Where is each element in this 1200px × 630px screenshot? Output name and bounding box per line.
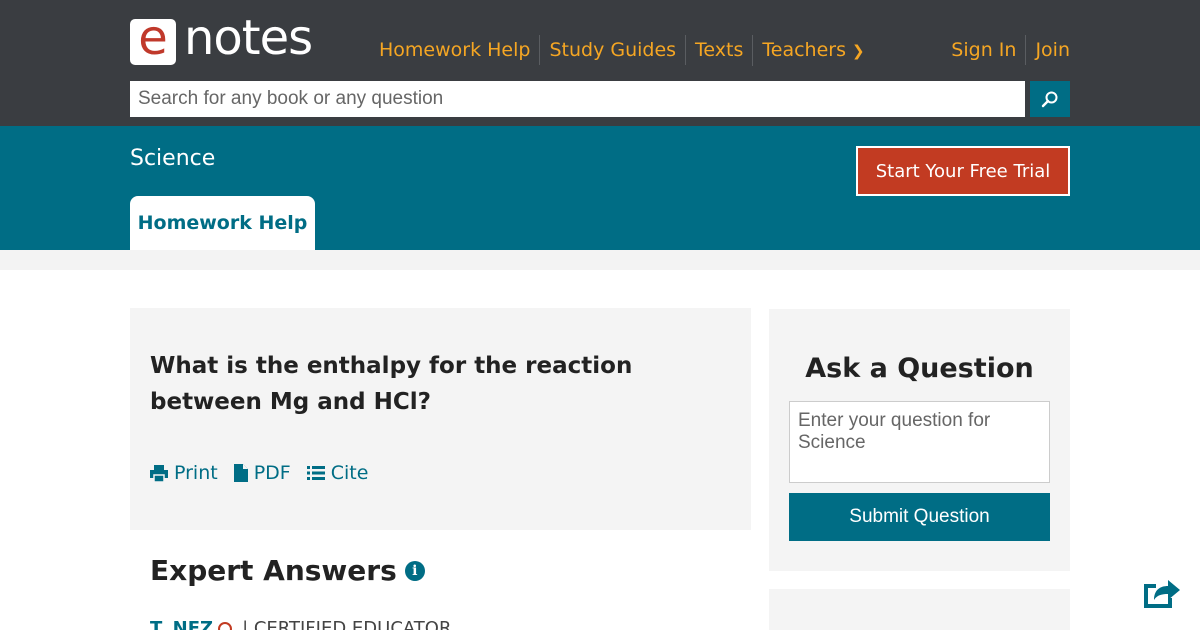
- tab-homework-help[interactable]: Homework Help: [130, 196, 315, 250]
- search-button[interactable]: [1030, 81, 1070, 117]
- question-title: What is the enthalpy for the reaction be…: [150, 353, 633, 415]
- main-nav: Homework Help Study Guides Texts Teacher…: [370, 34, 874, 66]
- divider-strip: [0, 250, 1200, 270]
- print-icon: [150, 465, 168, 482]
- author-name-link[interactable]: T. NEZ: [150, 618, 213, 630]
- sign-in-link[interactable]: Sign In: [942, 35, 1025, 65]
- info-icon[interactable]: i: [404, 560, 425, 581]
- expert-answers-label: Expert Answers: [150, 554, 397, 587]
- expert-answers-heading: Expert Answers i: [150, 554, 425, 587]
- share-button[interactable]: [1140, 576, 1180, 610]
- sidebar-card: [769, 589, 1070, 630]
- certified-icon: [218, 621, 233, 630]
- ask-question-heading: Ask a Question: [805, 353, 1034, 384]
- join-link[interactable]: Join: [1025, 35, 1070, 65]
- nav-teachers[interactable]: Teachers ❯: [752, 34, 873, 66]
- search-icon: [1041, 91, 1058, 108]
- chevron-right-icon: ❯: [851, 41, 865, 60]
- nav-study-guides[interactable]: Study Guides: [539, 35, 685, 65]
- enotes-logo[interactable]: e notes: [130, 10, 313, 66]
- answer-author: T. NEZ | CERTIFIED EDUCATOR: [150, 618, 451, 630]
- print-button[interactable]: Print: [150, 462, 218, 484]
- question-actions: Print PDF Cite: [150, 462, 384, 484]
- nav-texts[interactable]: Texts: [685, 35, 752, 65]
- submit-question-button[interactable]: Submit Question: [789, 493, 1050, 541]
- question-card: What is the enthalpy for the reaction be…: [130, 308, 751, 530]
- list-icon: [306, 466, 325, 480]
- logo-mark: e: [130, 10, 176, 66]
- auth-links: Sign In Join: [942, 35, 1070, 65]
- pdf-button[interactable]: PDF: [233, 462, 291, 484]
- question-textarea[interactable]: [789, 401, 1050, 483]
- cite-button[interactable]: Cite: [306, 462, 368, 484]
- logo-wordmark: notes: [184, 10, 313, 66]
- subject-title: Science: [130, 146, 216, 171]
- start-free-trial-button[interactable]: Start Your Free Trial: [856, 146, 1070, 196]
- nav-homework-help[interactable]: Homework Help: [370, 35, 539, 65]
- search-input[interactable]: [130, 81, 1025, 117]
- ask-question-card: Ask a Question Submit Question: [769, 309, 1070, 571]
- share-icon: [1144, 580, 1180, 608]
- author-role: | CERTIFIED EDUCATOR: [242, 618, 452, 630]
- file-icon: [233, 464, 248, 482]
